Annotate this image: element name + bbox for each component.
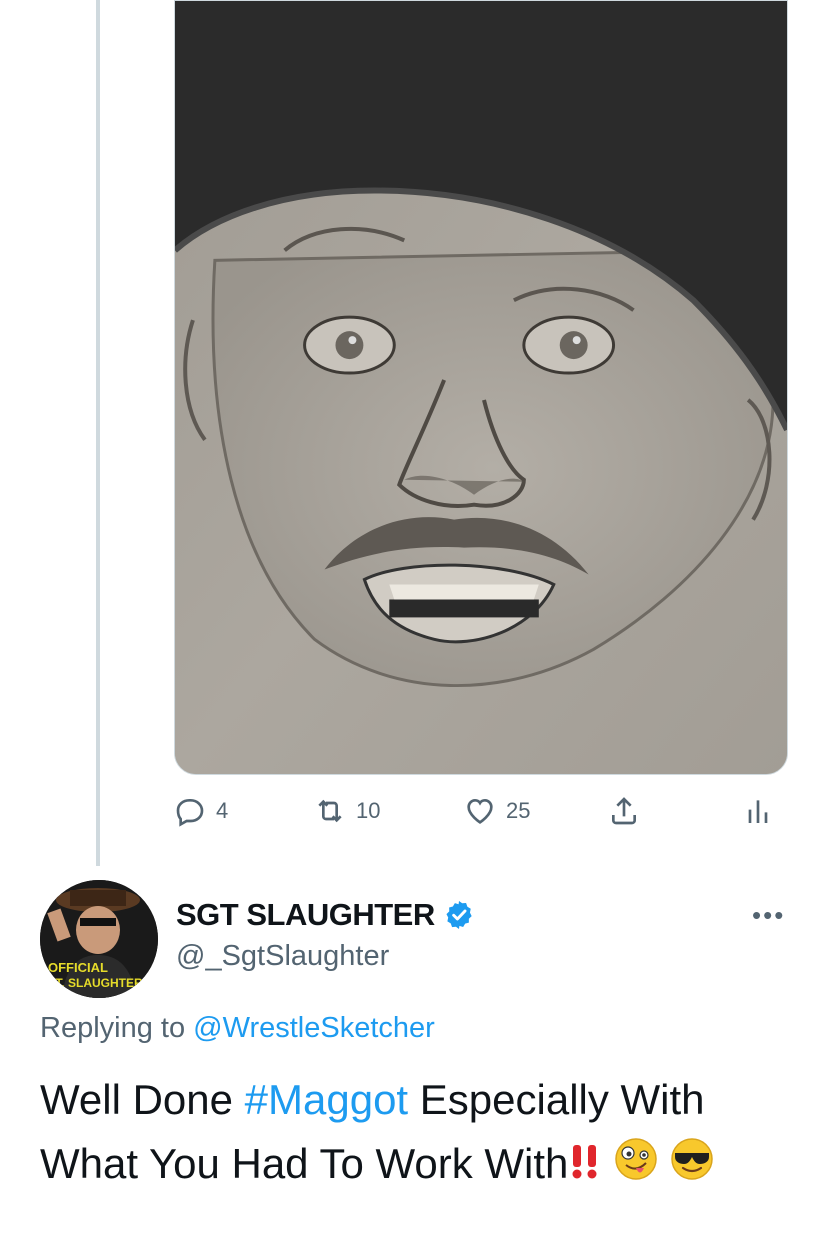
more-options-icon[interactable]: ••• (752, 900, 785, 931)
like-button[interactable]: 25 (464, 790, 530, 832)
retweet-count: 10 (356, 798, 381, 823)
author-display-name[interactable]: SGT SLAUGHTER (176, 897, 435, 933)
replying-to-mention[interactable]: @WrestleSketcher (193, 1012, 435, 1044)
avatar[interactable]: OFFICIAL SGT. SLAUGHTER (40, 880, 158, 998)
share-icon (612, 797, 636, 825)
avatar-logo-text-1: OFFICIAL (48, 960, 108, 975)
hashtag-link[interactable]: #Maggot (245, 1076, 408, 1123)
avatar-logo-text-2: SGT. SLAUGHTER (40, 976, 143, 990)
thread-connector-line (96, 0, 100, 866)
tweet-image[interactable] (174, 0, 788, 775)
sunglasses-face-icon (670, 1135, 714, 1199)
author-handle[interactable]: @_SgtSlaughter (176, 940, 389, 973)
retweet-icon (318, 799, 342, 823)
like-count: 25 (506, 798, 531, 823)
share-button[interactable] (608, 790, 640, 832)
verified-badge-icon (443, 899, 475, 931)
replying-to-line: Replying to @WrestleSketcher (40, 1012, 435, 1045)
tweet-actions-bar: 4 10 25 (174, 790, 788, 832)
double-exclamation-icon (568, 1135, 602, 1199)
reply-button[interactable]: 4 (174, 790, 228, 832)
reply-count: 4 (216, 798, 229, 823)
reply-icon (176, 799, 204, 827)
analytics-icon (748, 800, 768, 823)
like-icon (467, 798, 493, 824)
tweet-text-part1: Well Done (40, 1076, 245, 1123)
tweet-text: Well Done #Maggot Especially With What Y… (40, 1068, 800, 1199)
avatar-image: OFFICIAL SGT. SLAUGHTER (40, 880, 158, 998)
zany-face-icon (614, 1135, 658, 1199)
replying-to-label: Replying to (40, 1012, 186, 1044)
analytics-button[interactable] (742, 790, 774, 832)
author-row: SGT SLAUGHTER (176, 897, 475, 933)
sketch-drawing (175, 1, 787, 774)
retweet-button[interactable]: 10 (314, 790, 380, 832)
